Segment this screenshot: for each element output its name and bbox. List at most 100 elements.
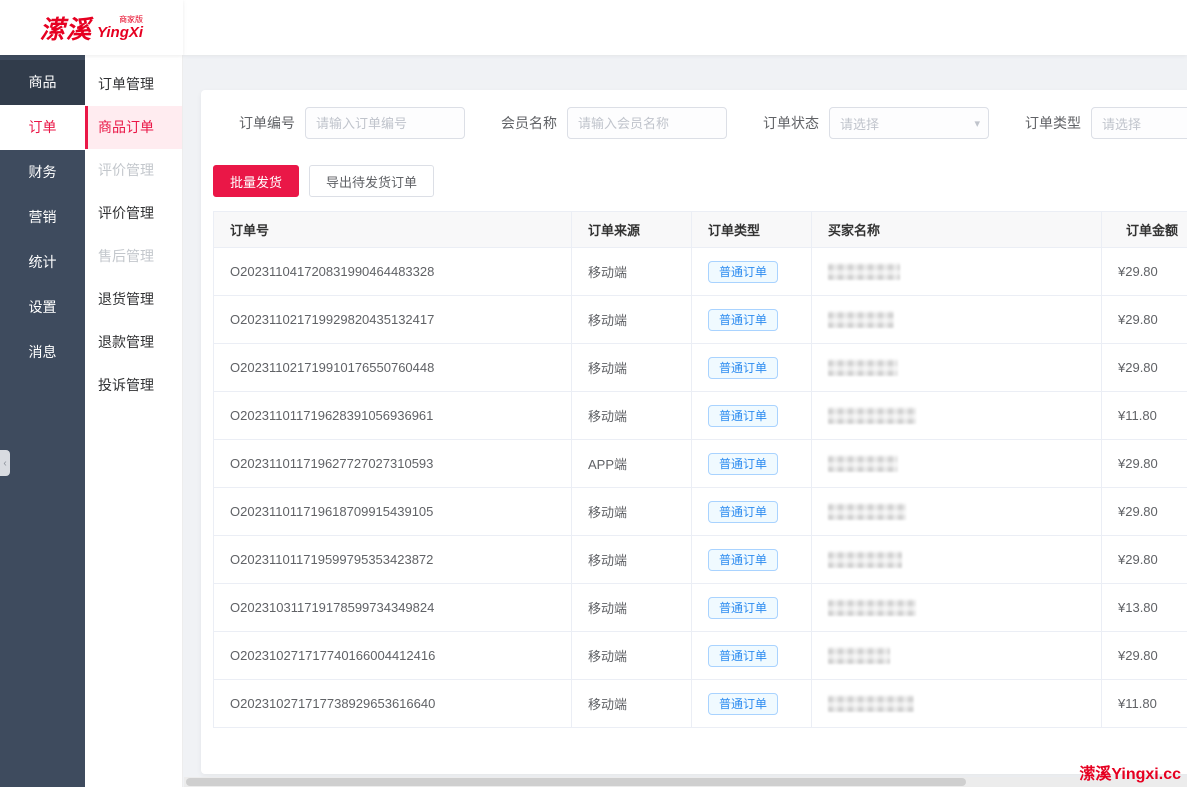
buyer-name-blurred [828,695,914,712]
order-type-tag: 普通订单 [708,261,778,283]
submenu-group-order-management[interactable]: 订单管理 [85,63,182,106]
buyer-name-cell [812,392,1102,440]
table-row: O202311011719628391056936961移动端普通订单¥11.8… [214,392,1187,440]
order-source-cell: APP端 [572,440,692,488]
submenu-item-product-orders[interactable]: 商品订单 [85,106,182,149]
buyer-name-cell [812,248,1102,296]
buyer-name-cell [812,632,1102,680]
buyer-name-blurred [828,647,890,664]
table-row: O202311011719618709915439105移动端普通订单 ¥29.8… [214,488,1187,536]
order-no-cell: O202311021719929820435132417 [214,296,572,344]
sidebar-item-statistics[interactable]: 统计 [0,240,85,285]
filter-order-status: 订单状态请选择▾ [763,107,989,139]
sidebar-item-settings[interactable]: 设置 [0,285,85,330]
order-amount-cell: ¥29.80 [1102,248,1187,296]
order-type-tag: 普通订单 [708,501,778,523]
logo-brand-en: YingXi [97,25,143,40]
order-type-cell: 普通订单 [692,440,812,488]
sidebar-item-orders[interactable]: 订单 [0,105,85,150]
batch-ship-button[interactable]: 批量发货 [213,165,299,197]
export-pending-button[interactable]: 导出待发货订单 [309,165,434,197]
order-amount-cell: ¥29.80 [1102,488,1187,536]
order-type-cell: 普通订单 [692,632,812,680]
order-no-cell: O202310271717740166004412416 [214,632,572,680]
order-no-cell: O202311011719628391056936961 [214,392,572,440]
order-no-cell: O202311011719599795353423872 [214,536,572,584]
order-source-cell: 移动端 [572,392,692,440]
column-header: 买家名称 [812,212,1102,248]
order-source-cell: 移动端 [572,344,692,392]
order-source-cell: 移动端 [572,536,692,584]
orders-card: 订单编号会员名称订单状态请选择▾订单类型请选择▾ 批量发货 导出待发货订单 订单… [201,90,1187,774]
order-no-cell: O202311011719618709915439105 [214,488,572,536]
main-area: 订单编号会员名称订单状态请选择▾订单类型请选择▾ 批量发货 导出待发货订单 订单… [184,55,1187,787]
horizontal-scrollbar-thumb[interactable] [186,778,966,786]
buyer-name-blurred [828,455,898,472]
order-source-cell: 移动端 [572,488,692,536]
filter-label: 会员名称 [501,113,557,133]
filter-order-type: 订单类型请选择▾ [1025,107,1187,139]
orders-table: 订单号订单来源订单类型买家名称订单金额 O2023110417208319904… [213,211,1187,728]
sidebar-item-marketing[interactable]: 营销 [0,195,85,240]
order-type-tag: 普通订单 [708,357,778,379]
buyer-name-blurred [828,263,900,280]
order-type-tag: 普通订单 [708,309,778,331]
column-header: 订单来源 [572,212,692,248]
buyer-name-blurred [828,311,894,328]
submenu-item-review-admin[interactable]: 评价管理 [85,192,182,235]
filter-label: 订单类型 [1025,113,1081,133]
order-type-tag: 普通订单 [708,453,778,475]
order-amount-cell: ¥29.80 [1102,440,1187,488]
order-source-cell: 移动端 [572,248,692,296]
member-name-input[interactable] [567,107,727,139]
filter-label: 订单状态 [763,113,819,133]
submenu-group-after-sales[interactable]: 售后管理 [85,235,182,278]
column-header: 订单号 [214,212,572,248]
buyer-name-blurred [828,359,898,376]
order-source-cell: 移动端 [572,632,692,680]
order-no-cell: O202311021719910176550760448 [214,344,572,392]
logo-sub: 商家版 YingXi [97,16,143,40]
sidebar-collapse-handle[interactable]: ‹ [0,450,10,476]
table-row: O202311011719599795353423872移动端普通订单¥29.8… [214,536,1187,584]
order-no-cell: O202311011719627727027310593 [214,440,572,488]
buyer-name-blurred [828,407,916,424]
submenu-group-review-management[interactable]: 评价管理 [85,149,182,192]
order-amount-cell: ¥29.80 [1102,536,1187,584]
order-amount-cell: ¥29.80 [1102,632,1187,680]
order-no-cell: O202310271717738929653616640 [214,680,572,728]
buyer-name-blurred [828,503,906,520]
sidebar-item-goods[interactable]: 商品 [0,60,85,105]
submenu-item-complaints[interactable]: 投诉管理 [85,364,182,407]
order-amount-cell: ¥11.80 [1102,680,1187,728]
order-status-select[interactable]: 请选择▾ [829,107,989,139]
order-type-cell: 普通订单 [692,248,812,296]
order-type-cell: 普通订单 [692,392,812,440]
sidebar-item-messages[interactable]: 消息 [0,330,85,375]
order-type-tag: 普通订单 [708,693,778,715]
submenu-item-returns[interactable]: 退货管理 [85,278,182,321]
buyer-name-cell [812,584,1102,632]
order-amount-cell: ¥29.80 [1102,344,1187,392]
top-header [183,0,1187,55]
order-type-cell: 普通订单 [692,296,812,344]
order-no-input[interactable] [305,107,465,139]
orders-table-body: O202311041720831990464483328移动端普通订单¥29.8… [214,248,1187,728]
order-no-cell: O202311041720831990464483328 [214,248,572,296]
order-type-tag: 普通订单 [708,645,778,667]
order-type-cell: 普通订单 [692,488,812,536]
submenu-item-refunds[interactable]: 退款管理 [85,321,182,364]
column-header: 订单金额 [1102,212,1187,248]
filter-label: 订单编号 [239,113,295,133]
order-amount-cell: ¥29.80 [1102,296,1187,344]
watermark: 潆溪Yingxi.cc [1079,760,1181,784]
select-placeholder: 请选择 [1102,114,1141,133]
order-type-cell: 普通订单 [692,584,812,632]
table-row: O202311021719910176550760448移动端普通订单 ¥29.8… [214,344,1187,392]
order-type-select[interactable]: 请选择▾ [1091,107,1187,139]
buyer-name-blurred [828,599,916,616]
sidebar-item-finance[interactable]: 财务 [0,150,85,195]
buyer-name-cell [812,536,1102,584]
chevron-down-icon: ▾ [974,117,980,130]
chevron-left-icon: ‹ [3,458,6,469]
